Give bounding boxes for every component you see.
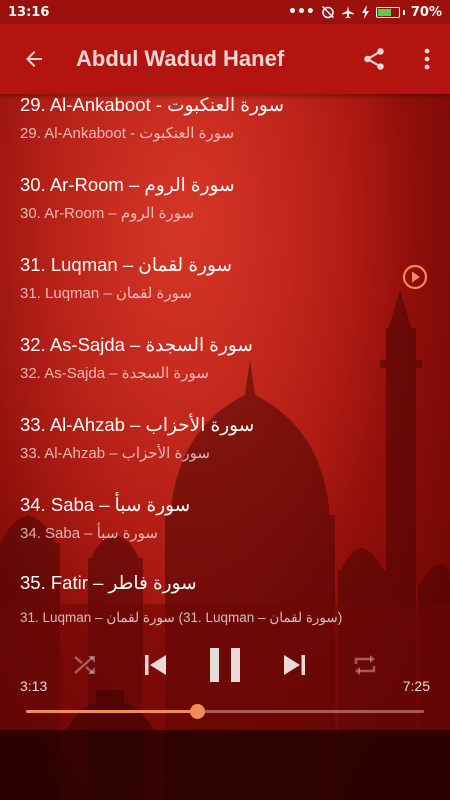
repeat-icon[interactable] <box>352 653 378 677</box>
track-title: 33. Al-Ahzab – سورة الأحزاب <box>20 414 255 435</box>
seek-progress <box>26 710 198 713</box>
track-item[interactable]: 29. Al-Ankaboot - سورة العنكبوت 29. Al-A… <box>20 94 420 144</box>
track-item[interactable]: 34. Saba – سورة سبأ 34. Saba – سورة سبأ <box>20 494 420 544</box>
now-playing-text: 31. Luqman – سورة لقمان (31. Luqman – سو… <box>20 610 343 625</box>
more-dots-icon: ••• <box>288 4 315 20</box>
share-button[interactable] <box>344 29 404 89</box>
track-item[interactable]: 33. Al-Ahzab – سورة الأحزاب 33. Al-Ahzab… <box>20 414 420 464</box>
battery-icon <box>375 6 405 18</box>
shuffle-icon[interactable] <box>72 653 98 677</box>
track-title: 30. Ar-Room – سورة الروم <box>20 174 235 195</box>
seek-bar[interactable] <box>26 704 424 719</box>
current-time: 3:13 <box>20 678 48 694</box>
track-subtitle: 30. Ar-Room – سورة الروم <box>20 205 195 222</box>
more-vertical-icon <box>424 48 430 70</box>
status-time: 13:16 <box>8 4 50 20</box>
track-subtitle: 31. Luqman – سورة لقمان <box>20 285 192 302</box>
page-title: Abdul Wadud Hanef <box>76 46 285 71</box>
status-icons: ••• 70% <box>288 4 442 20</box>
back-button[interactable] <box>4 29 64 89</box>
now-playing-icon[interactable] <box>402 264 428 290</box>
battery-percent: 70% <box>410 4 442 20</box>
track-title: 29. Al-Ankaboot - سورة العنكبوت <box>20 94 284 115</box>
charging-icon <box>361 5 369 19</box>
track-title: 35. Fatir – سورة فاطر <box>20 572 197 593</box>
track-list[interactable]: 29. Al-Ankaboot - سورة العنكبوت 29. Al-A… <box>0 94 450 604</box>
track-subtitle: 34. Saba – سورة سبأ <box>20 525 158 542</box>
track-item[interactable]: 31. Luqman – سورة لقمان 31. Luqman – سور… <box>20 254 420 304</box>
track-title: 32. As-Sajda – سورة السجدة <box>20 334 253 355</box>
airplane-mode-icon <box>341 6 354 19</box>
alarm-off-icon <box>321 5 334 19</box>
share-icon <box>364 48 384 70</box>
track-item[interactable]: 35. Fatir – سورة فاطر <box>20 572 420 594</box>
track-subtitle: 33. Al-Ahzab – سورة الأحزاب <box>20 445 210 462</box>
track-title: 34. Saba – سورة سبأ <box>20 494 191 515</box>
track-item[interactable]: 32. As-Sajda – سورة السجدة 32. As-Sajda … <box>20 334 420 384</box>
player-panel: 31. Luqman – سورة لقمان (31. Luqman – سو… <box>0 604 450 730</box>
track-item[interactable]: 30. Ar-Room – سورة الروم 30. Ar-Room – س… <box>20 174 420 224</box>
status-bar: 13:16 ••• 70% <box>0 0 450 24</box>
track-title: 31. Luqman – سورة لقمان <box>20 254 233 275</box>
overflow-menu-button[interactable] <box>404 29 450 89</box>
total-time: 7:25 <box>402 678 430 694</box>
track-subtitle: 32. As-Sajda – سورة السجدة <box>20 365 209 382</box>
skip-previous-icon[interactable] <box>142 652 168 678</box>
track-subtitle: 29. Al-Ankaboot - سورة العنكبوت <box>20 125 235 142</box>
app-bar: Abdul Wadud Hanef <box>0 24 450 94</box>
skip-next-icon[interactable] <box>282 652 308 678</box>
seek-thumb[interactable] <box>190 704 206 719</box>
pause-icon[interactable] <box>208 646 242 684</box>
arrow-left-icon <box>26 51 42 67</box>
